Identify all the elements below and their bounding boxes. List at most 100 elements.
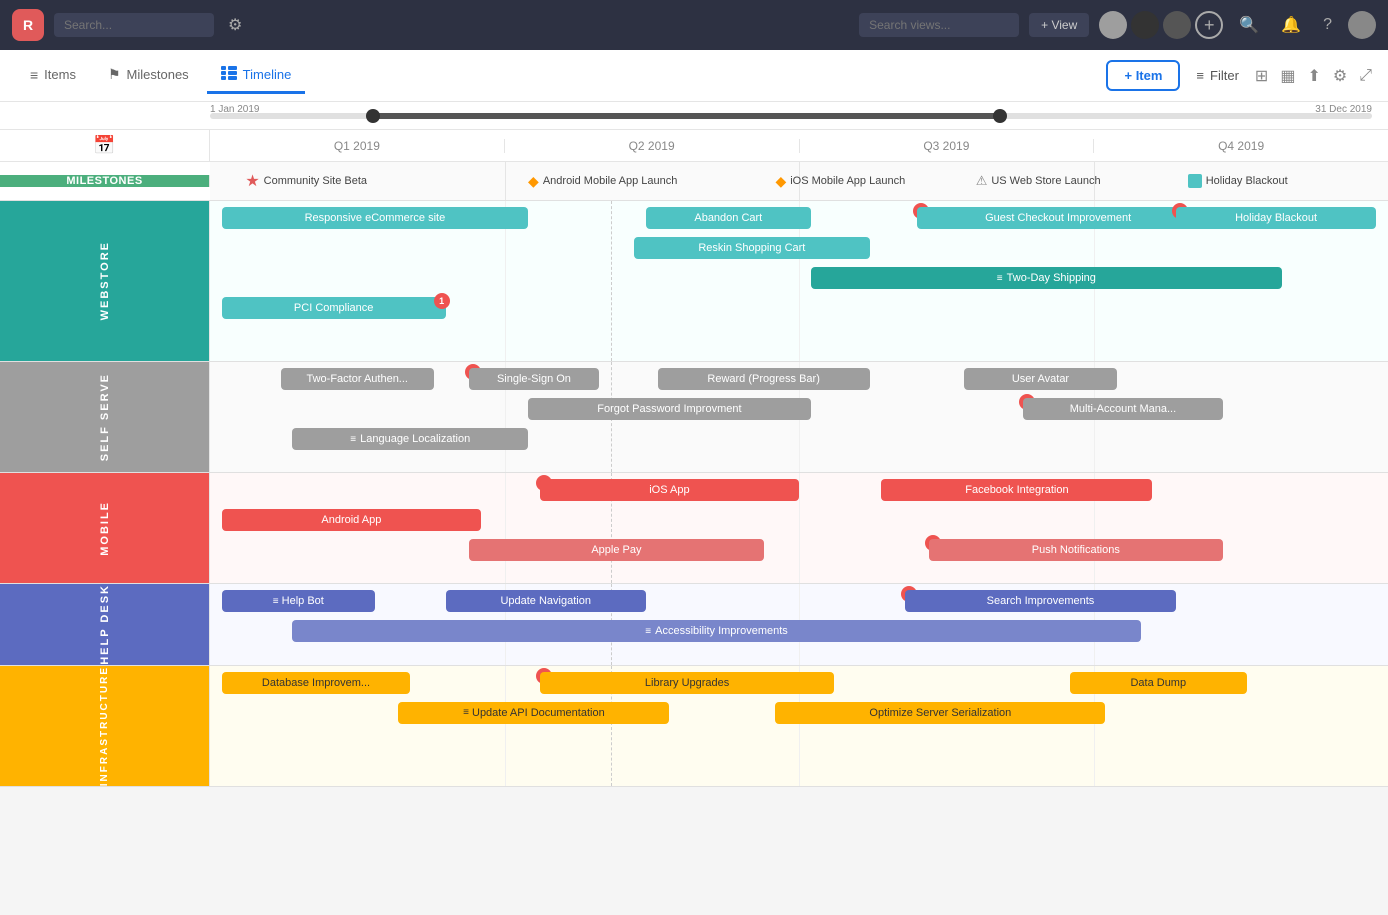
lang-icon: ≡ (350, 434, 356, 445)
add-member-button[interactable]: + (1195, 11, 1223, 39)
tab-timeline[interactable]: Timeline (207, 58, 306, 94)
user-avatar[interactable] (1348, 11, 1376, 39)
bar-responsive-ecommerce[interactable]: Responsive eCommerce site (222, 207, 528, 229)
milestone-android[interactable]: ◆ Android Mobile App Launch (528, 173, 677, 190)
tab-items[interactable]: ≡ Items (16, 59, 90, 94)
bar-push-notifications[interactable]: Push Notifications (929, 539, 1224, 561)
timeline-container: 1 Jan 2019 31 Dec 2019 📅 Q1 2019 Q2 2019… (0, 102, 1388, 915)
app-logo[interactable]: R (12, 9, 44, 41)
milestones-row: MILESTONES ★ Community Site Beta ◆ Andro… (0, 162, 1388, 201)
timeline-icon (221, 66, 237, 83)
help-icon[interactable]: ? (1317, 16, 1338, 34)
scrubber-right-handle[interactable] (993, 109, 1007, 123)
swimlane-infrastructure: INFRASTRUCTURE Database Improvem... 1 Li… (0, 666, 1388, 787)
bar-facebook[interactable]: Facebook Integration (881, 479, 1152, 501)
quarter-q3: Q3 2019 (800, 139, 1095, 153)
filter-label: Filter (1210, 68, 1239, 83)
milestones-label: MILESTONES (0, 175, 210, 187)
bar-android-app[interactable]: Android App (222, 509, 481, 531)
tab-milestones[interactable]: ⚑ Milestones (94, 58, 203, 94)
bar-sso[interactable]: Single-Sign On (469, 368, 599, 390)
bar-search-improvements[interactable]: Search Improvements (905, 590, 1176, 612)
quarter-q2: Q2 2019 (505, 139, 800, 153)
tab-items-label: Items (44, 67, 76, 82)
filter-button[interactable]: ≡ Filter (1184, 62, 1250, 89)
bar-forgot-password[interactable]: Forgot Password Improvment (528, 398, 811, 420)
fullscreen-icon[interactable]: ⤢ (1359, 67, 1372, 85)
swimlane-helpdesk: HELP DESK ≡ Help Bot Update Navigation 1… (0, 584, 1388, 666)
bar-reskin-cart[interactable]: Reskin Shopping Cart (634, 237, 870, 259)
bar-helpbot[interactable]: ≡ Help Bot (222, 590, 375, 612)
milestone-community[interactable]: ★ Community Site Beta (245, 171, 367, 191)
mobile-label: MOBILE (0, 473, 210, 583)
diamond-icon-2: ◆ (775, 173, 786, 190)
export-icon[interactable]: ⬆ (1307, 66, 1320, 86)
scrubber-fill (373, 113, 1000, 119)
bar-ios-app[interactable]: iOS App (540, 479, 799, 501)
infra-label: INFRASTRUCTURE (0, 666, 210, 786)
bar-pci-compliance[interactable]: PCI Compliance (222, 297, 446, 319)
mobile-content: 1 iOS App Facebook Integration Android A… (210, 473, 1388, 583)
milestone-webstore[interactable]: ⚠ US Web Store Launch (976, 173, 1101, 189)
time-scrubber[interactable]: 1 Jan 2019 31 Dec 2019 (0, 102, 1388, 130)
settings-icon[interactable]: ⚙ (228, 15, 242, 35)
infra-content: Database Improvem... 1 Library Upgrades … (210, 666, 1388, 786)
quarter-q1: Q1 2019 (210, 139, 505, 153)
bar-apple-pay[interactable]: Apple Pay (469, 539, 764, 561)
bar-library-upgrades[interactable]: Library Upgrades (540, 672, 835, 694)
avatar-group: + (1099, 11, 1223, 39)
bar-holiday-blackout[interactable]: Holiday Blackout (1176, 207, 1376, 229)
quarters-header: Q1 2019 Q2 2019 Q3 2019 Q4 2019 (210, 139, 1388, 153)
notifications-icon[interactable]: 🔔 (1275, 15, 1307, 35)
bar-accessibility[interactable]: ≡ Accessibility Improvements (292, 620, 1140, 642)
bar-language-loc[interactable]: ≡ Language Localization (292, 428, 528, 450)
toolbar-icons: ⊞ ▦ ⬆ ⚙ ⤢ (1255, 66, 1372, 86)
timeline-header: 📅 Q1 2019 Q2 2019 Q3 2019 Q4 2019 (0, 130, 1388, 162)
bar-optimize-server[interactable]: Optimize Server Serialization (775, 702, 1105, 724)
bar-update-nav[interactable]: Update Navigation (446, 590, 646, 612)
layout-icon[interactable]: ▦ (1280, 66, 1295, 86)
view-search-input[interactable] (859, 13, 1019, 37)
diamond-icon-1: ◆ (528, 173, 539, 190)
bar-multi-account[interactable]: Multi-Account Mana... (1023, 398, 1223, 420)
helpdesk-label: HELP DESK (0, 584, 210, 665)
add-view-button[interactable]: + View (1029, 13, 1089, 37)
accessibility-icon: ≡ (645, 626, 651, 637)
bar-data-dump[interactable]: Data Dump (1070, 672, 1247, 694)
bar-reward[interactable]: Reward (Progress Bar) (658, 368, 870, 390)
milestones-icon: ⚑ (108, 66, 121, 83)
top-navigation: R ⚙ + View + 🔍 🔔 ? (0, 0, 1388, 50)
avatar-2[interactable] (1131, 11, 1159, 39)
bar-guest-checkout[interactable]: Guest Checkout Improvement (917, 207, 1200, 229)
row-label-header: 📅 (0, 130, 210, 161)
webstore-content: Responsive eCommerce site Abandon Cart 3… (210, 201, 1388, 361)
secondary-navigation: ≡ Items ⚑ Milestones Timeline + Item ≡ F… (0, 50, 1388, 102)
avatar-1[interactable] (1099, 11, 1127, 39)
edit-columns-icon[interactable]: ⊞ (1255, 66, 1268, 86)
bar-abandon-cart[interactable]: Abandon Cart (646, 207, 811, 229)
search-icon[interactable]: 🔍 (1233, 15, 1265, 35)
webstore-label: WEBSTORE (0, 201, 210, 361)
bar-2fa[interactable]: Two-Factor Authen... (281, 368, 434, 390)
bar-user-avatar[interactable]: User Avatar (964, 368, 1117, 390)
bar-database[interactable]: Database Improvem... (222, 672, 410, 694)
rect-icon (1188, 174, 1202, 188)
badge-pci: 1 (434, 293, 450, 309)
milestones-content: ★ Community Site Beta ◆ Android Mobile A… (210, 162, 1388, 200)
milestone-holiday[interactable]: Holiday Blackout (1188, 174, 1288, 188)
global-search-input[interactable] (54, 13, 214, 37)
warning-icon: ⚠ (976, 173, 988, 189)
star-icon: ★ (245, 171, 259, 191)
avatar-3[interactable] (1163, 11, 1191, 39)
bar-update-api[interactable]: ≡ Update API Documentation (398, 702, 669, 724)
settings-toolbar-icon[interactable]: ⚙ (1333, 66, 1347, 86)
items-icon: ≡ (30, 67, 38, 83)
bar-two-day-shipping[interactable]: ≡ Two-Day Shipping (811, 267, 1282, 289)
selfserve-label: SELF SERVE (0, 362, 210, 472)
scrubber-track[interactable] (210, 113, 1372, 119)
scrubber-left-handle[interactable] (366, 109, 380, 123)
add-item-button[interactable]: + Item (1106, 60, 1180, 91)
milestone-ios[interactable]: ◆ iOS Mobile App Launch (775, 173, 905, 190)
selfserve-content: Two-Factor Authen... 1 Single-Sign On Re… (210, 362, 1388, 472)
filter-icon: ≡ (1196, 68, 1204, 83)
